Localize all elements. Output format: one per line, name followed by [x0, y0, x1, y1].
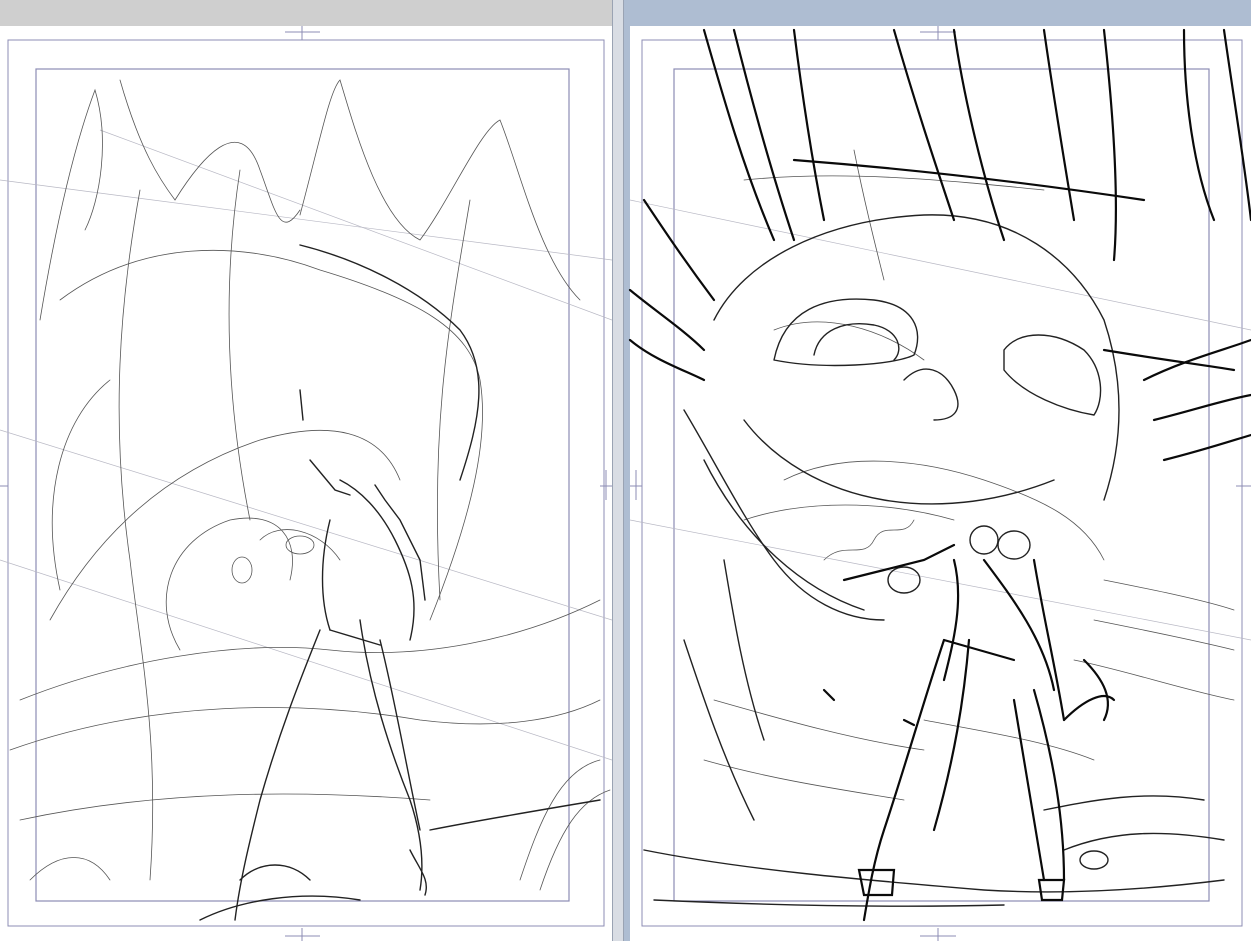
canvas-pane-left[interactable] — [0, 0, 612, 941]
pane-splitter[interactable] — [612, 0, 624, 941]
canvas-pane-right[interactable] — [624, 0, 1251, 941]
page-sheet-left — [0, 26, 612, 941]
drawing-workspace — [0, 0, 1251, 941]
canvas-left[interactable] — [0, 0, 612, 941]
canvas-right[interactable] — [624, 0, 1251, 941]
